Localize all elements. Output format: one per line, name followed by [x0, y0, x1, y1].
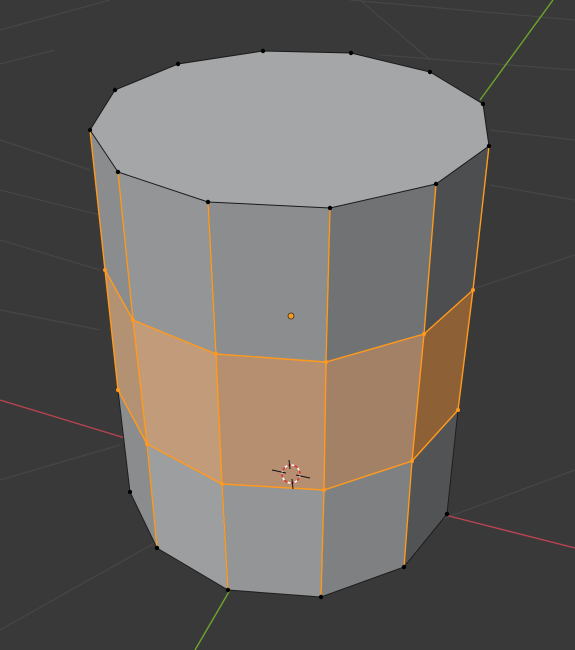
face[interactable] [222, 484, 324, 597]
cylinder-mesh[interactable] [87, 48, 492, 600]
selected-face[interactable] [216, 354, 326, 490]
3d-viewport[interactable] [0, 0, 575, 650]
object-origin-dot-icon [287, 312, 295, 320]
face[interactable] [208, 202, 330, 362]
